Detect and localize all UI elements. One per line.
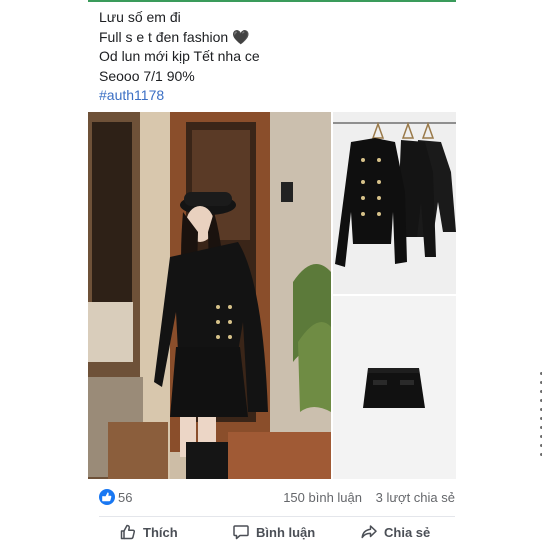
share-count[interactable]: 3 lượt chia sẻ bbox=[376, 490, 455, 505]
post-line-2: Full s e t đen fashion 🖤 bbox=[99, 28, 250, 45]
black-mini-skirt-photo[interactable] bbox=[333, 296, 456, 479]
like-button[interactable]: Thích bbox=[119, 523, 178, 541]
black-jackets-on-hangers-photo[interactable] bbox=[333, 112, 456, 294]
post-line-3: Od lun mới kịp Tết nha ce bbox=[99, 48, 260, 64]
comment-icon bbox=[233, 525, 249, 540]
stats-right: 150 bình luận 3 lượt chia sẻ bbox=[283, 490, 455, 505]
post-line-1: Lưu số em đi bbox=[99, 9, 181, 25]
post-line-4: Seooo 7/1 90% bbox=[99, 67, 195, 84]
comment-count[interactable]: 150 bình luận bbox=[283, 490, 362, 505]
share-button-label: Chia sẻ bbox=[384, 524, 431, 540]
thumbs-up-icon bbox=[99, 489, 115, 505]
like-count[interactable]: 56 bbox=[118, 490, 132, 505]
like-outline-icon bbox=[120, 524, 136, 540]
share-button[interactable]: Chia sẻ bbox=[360, 523, 430, 541]
post-stats: 56 150 bình luận 3 lượt chia sẻ bbox=[99, 488, 455, 508]
comment-button-label: Bình luận bbox=[256, 524, 316, 540]
post-text: Lưu số em đi Full s e t đen fashion 🖤 Od… bbox=[99, 8, 459, 106]
woman-black-suit-photo[interactable] bbox=[88, 112, 331, 479]
share-icon bbox=[361, 525, 377, 539]
hashtag-link[interactable]: #auth1178 bbox=[99, 86, 459, 106]
divider bbox=[99, 516, 455, 517]
comment-button[interactable]: Bình luận bbox=[232, 523, 315, 541]
like-button-label: Thích bbox=[143, 524, 178, 540]
post-media bbox=[88, 112, 542, 479]
action-bar: Thích Bình luận Chia sẻ bbox=[99, 523, 455, 542]
top-border-line bbox=[88, 0, 456, 2]
